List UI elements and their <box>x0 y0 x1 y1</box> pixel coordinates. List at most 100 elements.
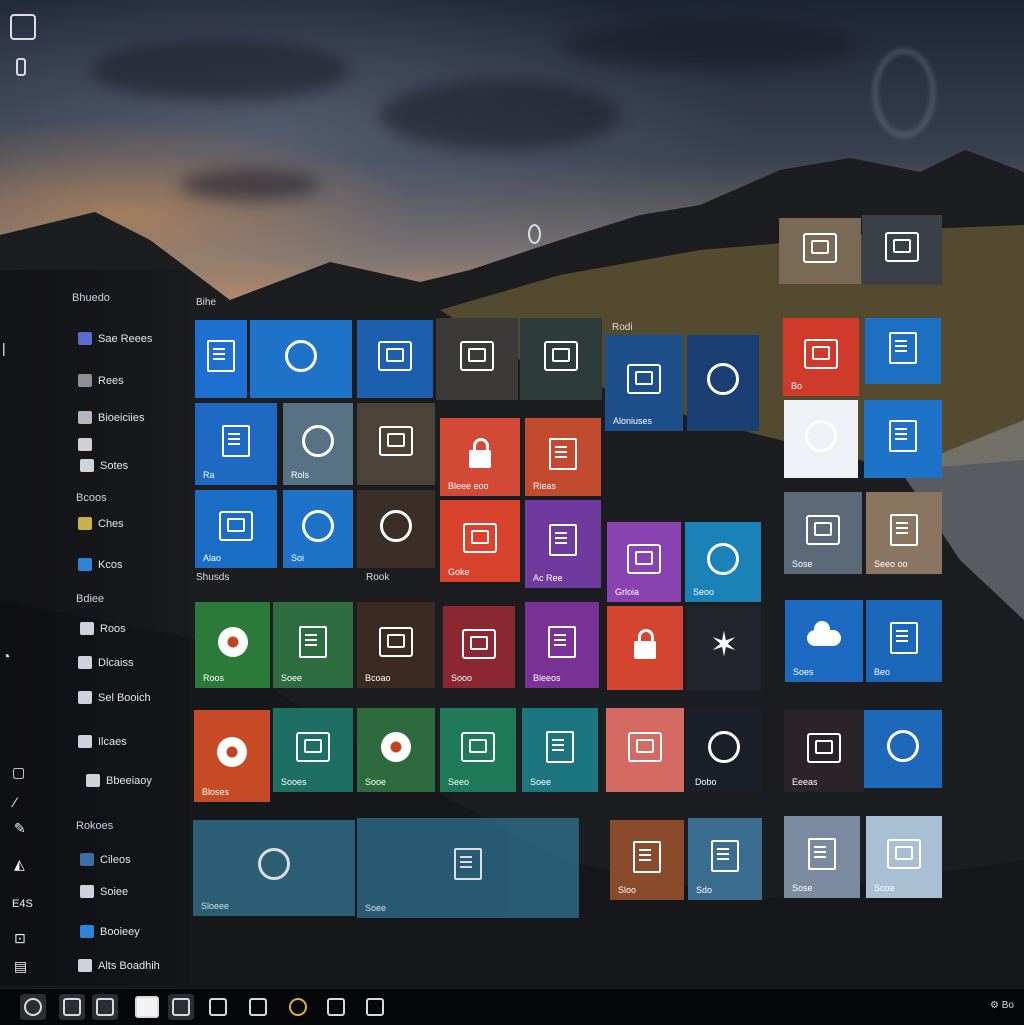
app-tile[interactable] <box>864 710 942 788</box>
rail-glyph[interactable]: ✎ <box>14 820 26 837</box>
app-tile[interactable] <box>520 318 602 400</box>
start-list-item[interactable]: Sotes <box>80 459 128 472</box>
app-tile[interactable]: Sooe <box>357 708 435 792</box>
rail-glyph[interactable]: | <box>2 340 6 356</box>
app-tile[interactable]: Bleeos <box>525 602 599 688</box>
rail-glyph[interactable]: ⁄ <box>14 794 16 810</box>
app-tile[interactable]: Soi <box>283 490 353 568</box>
start-list-item[interactable]: Rees <box>78 374 124 387</box>
store-icon[interactable] <box>59 994 85 1020</box>
app-tile[interactable]: Soee <box>522 708 598 792</box>
app-tile[interactable]: Bloses <box>194 710 270 802</box>
app-tile[interactable]: Rieas <box>525 418 601 496</box>
desktop-icon-small[interactable] <box>16 58 26 76</box>
tray-gear-icon[interactable]: ⚙ <box>990 1000 1002 1011</box>
start-list-item[interactable]: Kcos <box>78 558 122 571</box>
app-tile[interactable]: Alao <box>195 490 277 568</box>
start-list-header[interactable]: Bcoos <box>76 492 107 504</box>
start-list-item[interactable]: Ilcaes <box>78 735 127 748</box>
system-tray[interactable]: ⚙ Bo <box>990 1000 1014 1011</box>
group-label: Shusds <box>196 572 230 583</box>
app-tile[interactable] <box>357 403 435 485</box>
search-icon[interactable] <box>92 994 118 1020</box>
tile-icon <box>379 626 413 657</box>
app-icon <box>78 959 92 972</box>
tile-icon <box>217 737 247 768</box>
app-tile[interactable] <box>864 400 942 478</box>
edge-icon[interactable] <box>168 994 194 1020</box>
rail-glyph[interactable]: ▢ <box>12 764 25 781</box>
group-label: Bihe <box>196 297 217 308</box>
app-tile[interactable]: Ra <box>195 403 277 485</box>
tile-icon <box>258 848 290 881</box>
app-tile[interactable]: Goke <box>440 500 520 582</box>
start-list-item[interactable] <box>78 438 98 451</box>
app-tile[interactable]: Seeo oo <box>866 492 942 574</box>
tile-icon <box>380 509 412 542</box>
monitor-icon[interactable] <box>362 994 388 1020</box>
app-tile[interactable]: Scoe <box>866 816 942 898</box>
app-tile[interactable] <box>250 320 352 398</box>
start-list-header[interactable]: Rokoes <box>76 820 113 832</box>
blank-app-icon[interactable] <box>134 994 160 1020</box>
app-tile[interactable]: Soes <box>785 600 863 682</box>
app-tile[interactable] <box>357 490 435 568</box>
app-tile[interactable]: Seeo <box>440 708 516 792</box>
app-tile[interactable]: Sloo <box>610 820 684 900</box>
start-list-header[interactable]: Bdiee <box>76 593 104 605</box>
desktop-icon[interactable] <box>10 14 36 40</box>
start-list-item[interactable]: Booieey <box>80 925 140 938</box>
app-tile[interactable] <box>784 400 858 478</box>
start-list-item[interactable]: Bbeeiaoy <box>86 774 152 787</box>
app-tile[interactable]: ✶ <box>687 606 761 690</box>
start-list-item[interactable]: Sel Booich <box>78 691 151 704</box>
app-tile[interactable] <box>865 318 941 384</box>
app-tile[interactable]: Roos <box>195 602 270 688</box>
folder-icon[interactable] <box>245 994 271 1020</box>
start-list-header[interactable]: Bhuedo <box>72 292 110 304</box>
app-tile[interactable]: Sose <box>784 492 862 574</box>
app-tile[interactable]: Bleee eoo <box>440 418 520 496</box>
app-tile[interactable]: Bcoao <box>357 602 435 688</box>
app-tile[interactable]: Soee <box>273 602 353 688</box>
app-tile[interactable]: Sdo <box>688 818 762 900</box>
app-tile[interactable]: Rols <box>283 403 353 485</box>
rail-glyph[interactable]: ▤ <box>14 958 27 975</box>
app-tile[interactable] <box>607 606 683 690</box>
app-tile[interactable] <box>687 335 759 431</box>
start-list-item[interactable]: Bioeiciies <box>78 411 144 424</box>
app-tile[interactable] <box>862 215 942 285</box>
app-tile[interactable]: Bo <box>783 318 859 396</box>
app-tile[interactable] <box>357 320 433 398</box>
app-tile[interactable]: Sooo <box>443 606 515 688</box>
app-tile[interactable]: Grloia <box>607 522 681 602</box>
start-list-item[interactable]: Dlcaiss <box>78 656 133 669</box>
app-tile[interactable] <box>606 708 684 792</box>
start-list-item[interactable]: Ches <box>78 517 124 530</box>
start-list-item[interactable]: Roos <box>80 622 126 635</box>
rail-glyph[interactable]: ◔ <box>2 648 10 664</box>
rail-glyph[interactable]: ⊡ <box>14 930 26 947</box>
app-tile[interactable]: Soee <box>357 818 579 918</box>
app-tile[interactable] <box>195 320 247 398</box>
photos-icon[interactable] <box>323 994 349 1020</box>
cloud-app-icon[interactable] <box>205 994 231 1020</box>
app-tile[interactable]: Aloniuses <box>605 335 683 431</box>
app-tile[interactable]: Sloeee <box>193 820 355 916</box>
app-tile[interactable]: Sooes <box>273 708 353 792</box>
app-tile[interactable]: Ac Ree <box>525 500 601 588</box>
app-tile[interactable]: Seoo <box>685 522 761 602</box>
start-icon[interactable] <box>20 994 46 1020</box>
app-tile[interactable]: Eeeas <box>784 710 864 792</box>
start-list-item[interactable]: Sae Reees <box>78 332 152 345</box>
app-tile[interactable]: Beo <box>866 600 942 682</box>
app-tile[interactable]: Dobo <box>687 708 761 792</box>
start-list-item[interactable]: Soiee <box>80 885 128 898</box>
rail-glyph[interactable]: ◭ <box>14 856 25 873</box>
app-tile[interactable] <box>779 218 861 284</box>
app-tile[interactable]: Sose <box>784 816 860 898</box>
start-list-item[interactable]: Alts Boadhih <box>78 959 160 972</box>
start-list-item[interactable]: Cileos <box>80 853 131 866</box>
app-tile[interactable] <box>436 318 518 400</box>
chrome-icon[interactable] <box>285 994 311 1020</box>
